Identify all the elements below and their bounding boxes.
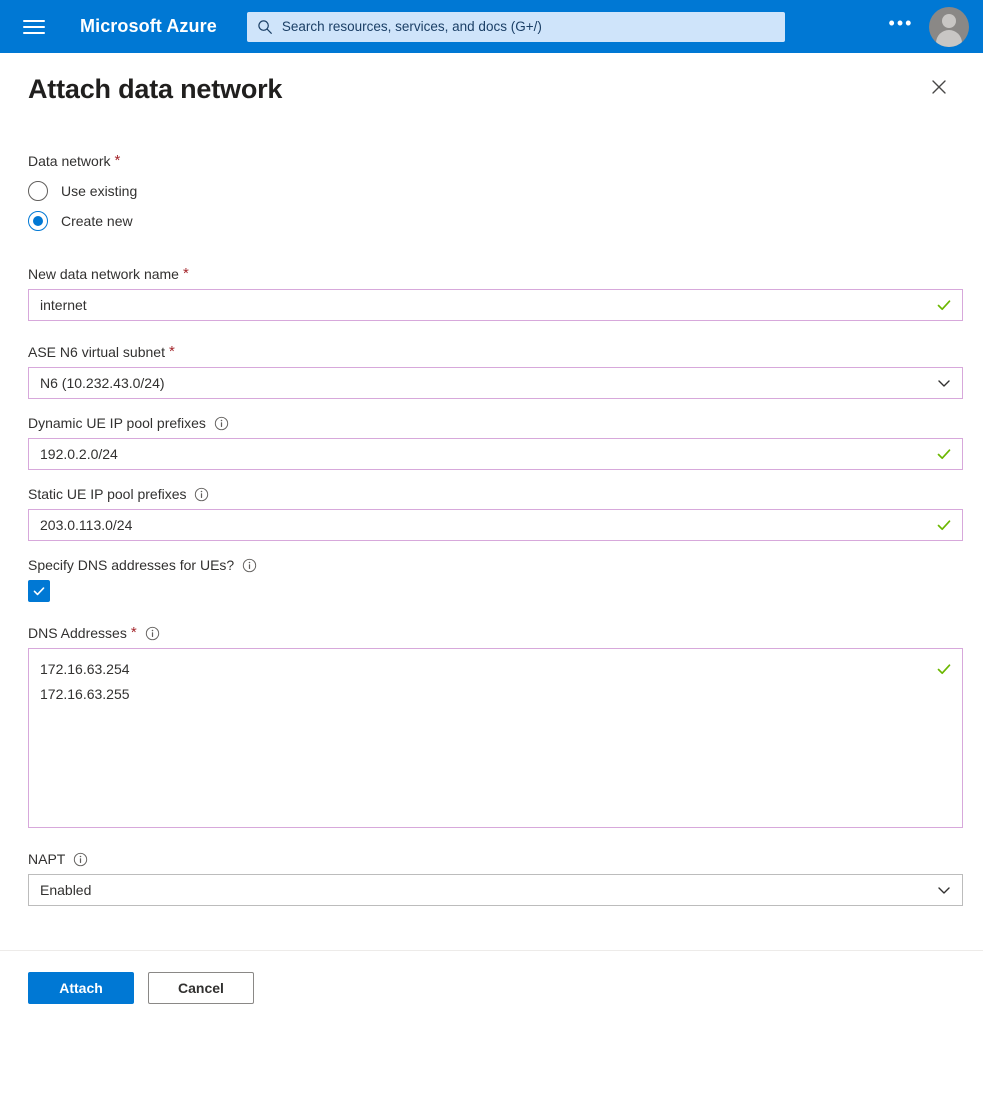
attach-data-network-form: Data network * Use existing Create new N… — [0, 151, 983, 906]
specify-dns-addresses-checkbox[interactable] — [28, 580, 50, 602]
blade-header: Attach data network — [0, 53, 983, 107]
radio-indicator — [28, 211, 48, 231]
checkmark-icon — [937, 300, 951, 311]
label-text: Dynamic UE IP pool prefixes — [28, 415, 206, 431]
checkmark-icon — [33, 587, 45, 596]
textarea-content: 172.16.63.254 172.16.63.255 — [40, 657, 928, 707]
avatar-body — [936, 29, 962, 47]
dynamic-ue-ip-pool-prefixes-input[interactable]: 192.0.2.0/24 — [28, 438, 963, 470]
label-text: ASE N6 virtual subnet — [28, 344, 165, 360]
label-dns-addresses: DNS Addresses * — [28, 623, 963, 643]
required-asterisk: * — [114, 152, 121, 169]
field-napt: NAPT Enabled — [28, 849, 963, 906]
ase-n6-virtual-subnet-select[interactable]: N6 (10.232.43.0/24) — [28, 367, 963, 399]
avatar-head — [942, 13, 956, 28]
dns-addresses-textarea[interactable]: 172.16.63.254 172.16.63.255 — [28, 648, 963, 828]
select-value: Enabled — [40, 882, 92, 898]
close-icon[interactable] — [923, 71, 955, 103]
search-icon — [258, 19, 272, 34]
checkmark-icon — [937, 520, 951, 531]
more-options-icon[interactable]: ••• — [881, 7, 921, 47]
field-static-ue-ip-pool-prefixes: Static UE IP pool prefixes 203.0.113.0/2… — [28, 484, 963, 541]
input-value: internet — [40, 297, 87, 313]
account-avatar-icon[interactable] — [929, 6, 969, 47]
close-glyph — [932, 80, 946, 94]
info-icon[interactable] — [145, 626, 160, 641]
azure-top-navigation-bar: Microsoft Azure Search resources, servic… — [0, 0, 983, 53]
dns-address-line: 172.16.63.254 — [40, 661, 130, 677]
global-search-box[interactable]: Search resources, services, and docs (G+… — [246, 11, 785, 42]
field-dynamic-ue-ip-pool-prefixes: Dynamic UE IP pool prefixes 192.0.2.0/24 — [28, 413, 963, 470]
dns-address-line: 172.16.63.255 — [40, 686, 130, 702]
label-napt: NAPT — [28, 849, 963, 869]
field-ase-n6-virtual-subnet: ASE N6 virtual subnet * N6 (10.232.43.0/… — [28, 342, 963, 399]
hamburger-menu-icon[interactable] — [10, 0, 58, 53]
info-icon[interactable] — [194, 487, 209, 502]
radio-label: Create new — [61, 213, 133, 229]
topbar-actions: ••• — [881, 6, 969, 47]
required-asterisk: * — [168, 343, 175, 360]
azure-brand-logo[interactable]: Microsoft Azure — [80, 16, 217, 37]
hamburger-bar — [23, 25, 45, 28]
label-data-network: Data network * — [28, 151, 963, 171]
label-text: Data network — [28, 153, 111, 169]
input-value: 192.0.2.0/24 — [40, 446, 118, 462]
info-icon[interactable] — [73, 852, 88, 867]
field-dns-addresses: DNS Addresses * 172.16.63.254 172.16.63.… — [28, 623, 963, 828]
label-text: New data network name — [28, 266, 179, 282]
required-asterisk: * — [182, 265, 189, 282]
info-icon[interactable] — [214, 416, 229, 431]
label-text: DNS Addresses — [28, 625, 127, 641]
field-specify-dns-addresses: Specify DNS addresses for UEs? — [28, 555, 963, 602]
blade-footer-actions: Attach Cancel — [0, 951, 983, 1004]
new-data-network-name-input[interactable]: internet — [28, 289, 963, 321]
field-new-data-network-name: New data network name * internet — [28, 264, 963, 321]
global-search-input[interactable]: Search resources, services, and docs (G+… — [282, 19, 542, 34]
label-dynamic-ue-ip-pool-prefixes: Dynamic UE IP pool prefixes — [28, 413, 963, 433]
napt-select[interactable]: Enabled — [28, 874, 963, 906]
static-ue-ip-pool-prefixes-input[interactable]: 203.0.113.0/24 — [28, 509, 963, 541]
radio-group-data-network: Use existing Create new — [28, 176, 963, 236]
label-ase-n6-virtual-subnet: ASE N6 virtual subnet * — [28, 342, 963, 362]
label-static-ue-ip-pool-prefixes: Static UE IP pool prefixes — [28, 484, 963, 504]
label-text: NAPT — [28, 851, 66, 867]
attach-button[interactable]: Attach — [28, 972, 134, 1004]
page-title: Attach data network — [28, 74, 283, 104]
hamburger-bar — [23, 31, 45, 34]
field-data-network: Data network * Use existing Create new — [28, 151, 963, 236]
radio-use-existing[interactable]: Use existing — [28, 176, 963, 206]
radio-create-new[interactable]: Create new — [28, 206, 963, 236]
radio-label: Use existing — [61, 183, 138, 199]
hamburger-bar — [23, 19, 45, 22]
label-text: Static UE IP pool prefixes — [28, 486, 187, 502]
cancel-button[interactable]: Cancel — [148, 972, 254, 1004]
info-icon[interactable] — [242, 558, 257, 573]
label-new-data-network-name: New data network name * — [28, 264, 963, 284]
select-value: N6 (10.232.43.0/24) — [40, 375, 165, 391]
radio-indicator — [28, 181, 48, 201]
chevron-down-icon — [938, 380, 950, 387]
checkmark-icon — [937, 449, 951, 460]
label-text: Specify DNS addresses for UEs? — [28, 557, 235, 573]
checkmark-icon — [937, 664, 951, 675]
chevron-down-icon — [938, 887, 950, 894]
input-value: 203.0.113.0/24 — [40, 517, 133, 533]
label-specify-dns-addresses: Specify DNS addresses for UEs? — [28, 555, 963, 575]
required-asterisk: * — [130, 624, 137, 641]
